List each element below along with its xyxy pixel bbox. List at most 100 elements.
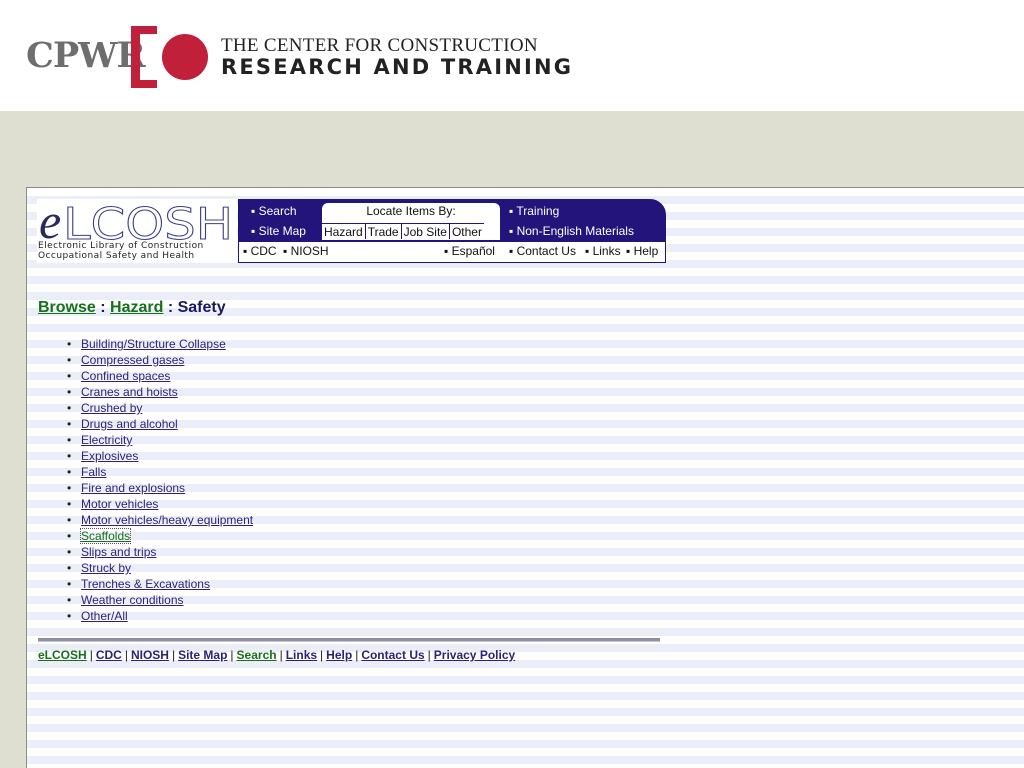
list-item: • Other/All — [67, 608, 253, 624]
list-item: • Compressed gases — [67, 352, 253, 368]
bullet-icon: • — [67, 561, 72, 575]
bullet-icon: • — [67, 465, 72, 479]
locate-items-tabs: Hazard Trade Job Site Other — [322, 223, 500, 240]
footer-divider — [38, 638, 660, 642]
hazard-link-confined-spaces[interactable]: Confined spaces — [81, 369, 170, 383]
nav-training-link[interactable]: ▪ Training — [509, 204, 559, 218]
bullet-icon: • — [67, 337, 72, 351]
list-item: • Crushed by — [67, 400, 253, 416]
list-item: • Motor vehicles/heavy equipment — [67, 512, 253, 528]
hazard-link-motor-vehicles-heavy-equipment[interactable]: Motor vehicles/heavy equipment — [81, 513, 253, 527]
footer-cdc-link[interactable]: CDC — [96, 648, 122, 662]
hazard-link-explosives[interactable]: Explosives — [81, 449, 138, 463]
breadcrumb-hazard-link[interactable]: Hazard — [110, 299, 163, 316]
bullet-icon: • — [67, 481, 72, 495]
locate-items-box: Locate Items By: Hazard Trade Job Site O… — [322, 203, 500, 240]
elcosh-logo[interactable]: e LCOSH Electronic Library of Constructi… — [37, 195, 237, 263]
bullet-icon: • — [67, 593, 72, 607]
nav-non-english-link[interactable]: ▪ Non-English Materials — [509, 224, 634, 238]
list-item: • Fire and explosions — [67, 480, 253, 496]
bullet-icon: • — [67, 385, 72, 399]
bullet-icon: • — [67, 353, 72, 367]
nav-contact-us-link[interactable]: ▪ Contact Us — [509, 244, 576, 258]
list-item: • Trenches & Excavations — [67, 576, 253, 592]
locate-hazard-link[interactable]: Hazard — [322, 223, 366, 239]
list-item: • Confined spaces — [67, 368, 253, 384]
hazard-link-other-all[interactable]: Other/All — [81, 609, 128, 623]
locate-trade-link[interactable]: Trade — [365, 223, 402, 239]
elcosh-banner: e LCOSH Electronic Library of Constructi… — [37, 195, 666, 263]
bullet-icon: • — [67, 609, 72, 623]
breadcrumb-separator: : — [163, 299, 178, 316]
nav-niosh-link[interactable]: ▪ NIOSH — [283, 244, 329, 258]
subtitle-line2: Occupational Safety and Health — [38, 251, 195, 261]
bullet-icon: • — [67, 449, 72, 463]
footer-links-link[interactable]: Links — [286, 648, 317, 662]
list-item: • Weather conditions — [67, 592, 253, 608]
breadcrumb-separator: : — [95, 299, 111, 316]
footer-separator: | — [171, 648, 176, 662]
svg-text:LCOSH: LCOSH — [63, 201, 233, 243]
hazard-link-building-collapse[interactable]: Building/Structure Collapse — [81, 337, 226, 351]
list-item: • Scaffolds — [67, 528, 253, 544]
nav-help-link[interactable]: ▪ Help — [626, 244, 658, 258]
hazard-link-compressed-gases[interactable]: Compressed gases — [81, 353, 184, 367]
breadcrumb-current: Safety — [177, 299, 226, 316]
list-item: • Explosives — [67, 448, 253, 464]
hazard-list: • Building/Structure Collapse • Compressed… — [67, 336, 253, 624]
bullet-icon: • — [67, 577, 72, 591]
bullet-icon: • — [67, 369, 72, 383]
breadcrumb-browse-link[interactable]: Browse — [38, 299, 96, 316]
footer-separator: | — [320, 648, 324, 662]
locate-job-site-link[interactable]: Job Site — [401, 223, 450, 239]
list-item: • Cranes and hoists — [67, 384, 253, 400]
locate-title: Locate Items By: — [366, 204, 456, 218]
hazard-link-slips-trips[interactable]: Slips and trips — [81, 545, 156, 559]
footer-contact-us-link[interactable]: Contact Us — [361, 648, 424, 662]
list-item: • Struck by — [67, 560, 253, 576]
logo-e: e — [39, 193, 62, 249]
hazard-link-scaffolds[interactable]: Scaffolds — [79, 528, 132, 544]
list-item: • Drugs and alcohol — [67, 416, 253, 432]
bullet-icon: • — [67, 513, 72, 527]
hazard-link-struck-by[interactable]: Struck by — [81, 561, 131, 575]
hazard-link-falls[interactable]: Falls — [81, 465, 106, 479]
footer-links: eLCOSH | CDC | NIOSH | Site Map | Search | Links | H… — [38, 647, 515, 663]
list-item: • Slips and trips — [67, 544, 253, 560]
footer-separator: | — [279, 648, 283, 662]
nav-site-map-link[interactable]: ▪ Site Map — [251, 224, 306, 238]
list-item: • Electricity — [67, 432, 253, 448]
nav-cdc-link[interactable]: ▪ CDC — [243, 244, 277, 258]
bullet-icon: • — [67, 417, 72, 431]
list-item: • Building/Structure Collapse — [67, 336, 253, 352]
hazard-link-fire-explosions[interactable]: Fire and explosions — [81, 481, 185, 495]
nav-search-link[interactable]: ▪ Search — [251, 204, 297, 218]
hazard-link-weather-conditions[interactable]: Weather conditions — [81, 593, 184, 607]
footer-privacy-policy-link[interactable]: Privacy Policy — [434, 648, 515, 662]
content-frame: e LCOSH Electronic Library of Constructi… — [26, 187, 1024, 768]
subtitle-line1: Electronic Library of Construction — [38, 241, 204, 251]
hazard-link-motor-vehicles[interactable]: Motor vehicles — [81, 497, 158, 511]
hazard-link-trenches-excavations[interactable]: Trenches & Excavations — [81, 577, 210, 591]
nav-espanol-link[interactable]: ▪ Español — [444, 244, 495, 258]
footer-separator: | — [355, 648, 359, 662]
hazard-link-drugs-alcohol[interactable]: Drugs and alcohol — [81, 417, 178, 431]
cpwr-wordmark: CPWR — [26, 35, 146, 76]
breadcrumb: Browse : Hazard : Safety — [38, 298, 226, 318]
hazard-link-electricity[interactable]: Electricity — [81, 433, 132, 447]
hazard-link-crushed-by[interactable]: Crushed by — [81, 401, 142, 415]
cpwr-logo-icon — [131, 26, 208, 88]
bullet-icon: • — [67, 545, 72, 559]
bullet-icon: • — [67, 401, 72, 415]
footer-search-link[interactable]: Search — [237, 648, 277, 662]
hazard-link-cranes-hoists[interactable]: Cranes and hoists — [81, 385, 178, 399]
footer-niosh-link[interactable]: NIOSH — [131, 648, 169, 662]
footer-help-link[interactable]: Help — [326, 648, 352, 662]
bullet-icon: • — [67, 433, 72, 447]
footer-site-map-link[interactable]: Site Map — [178, 648, 227, 662]
locate-other-link[interactable]: Other — [449, 223, 484, 239]
footer-elcosh-link[interactable]: eLCOSH — [38, 648, 87, 662]
footer-separator: | — [230, 648, 234, 662]
nav-links-link[interactable]: ▪ Links — [585, 244, 621, 258]
bullet-icon: • — [67, 497, 72, 511]
